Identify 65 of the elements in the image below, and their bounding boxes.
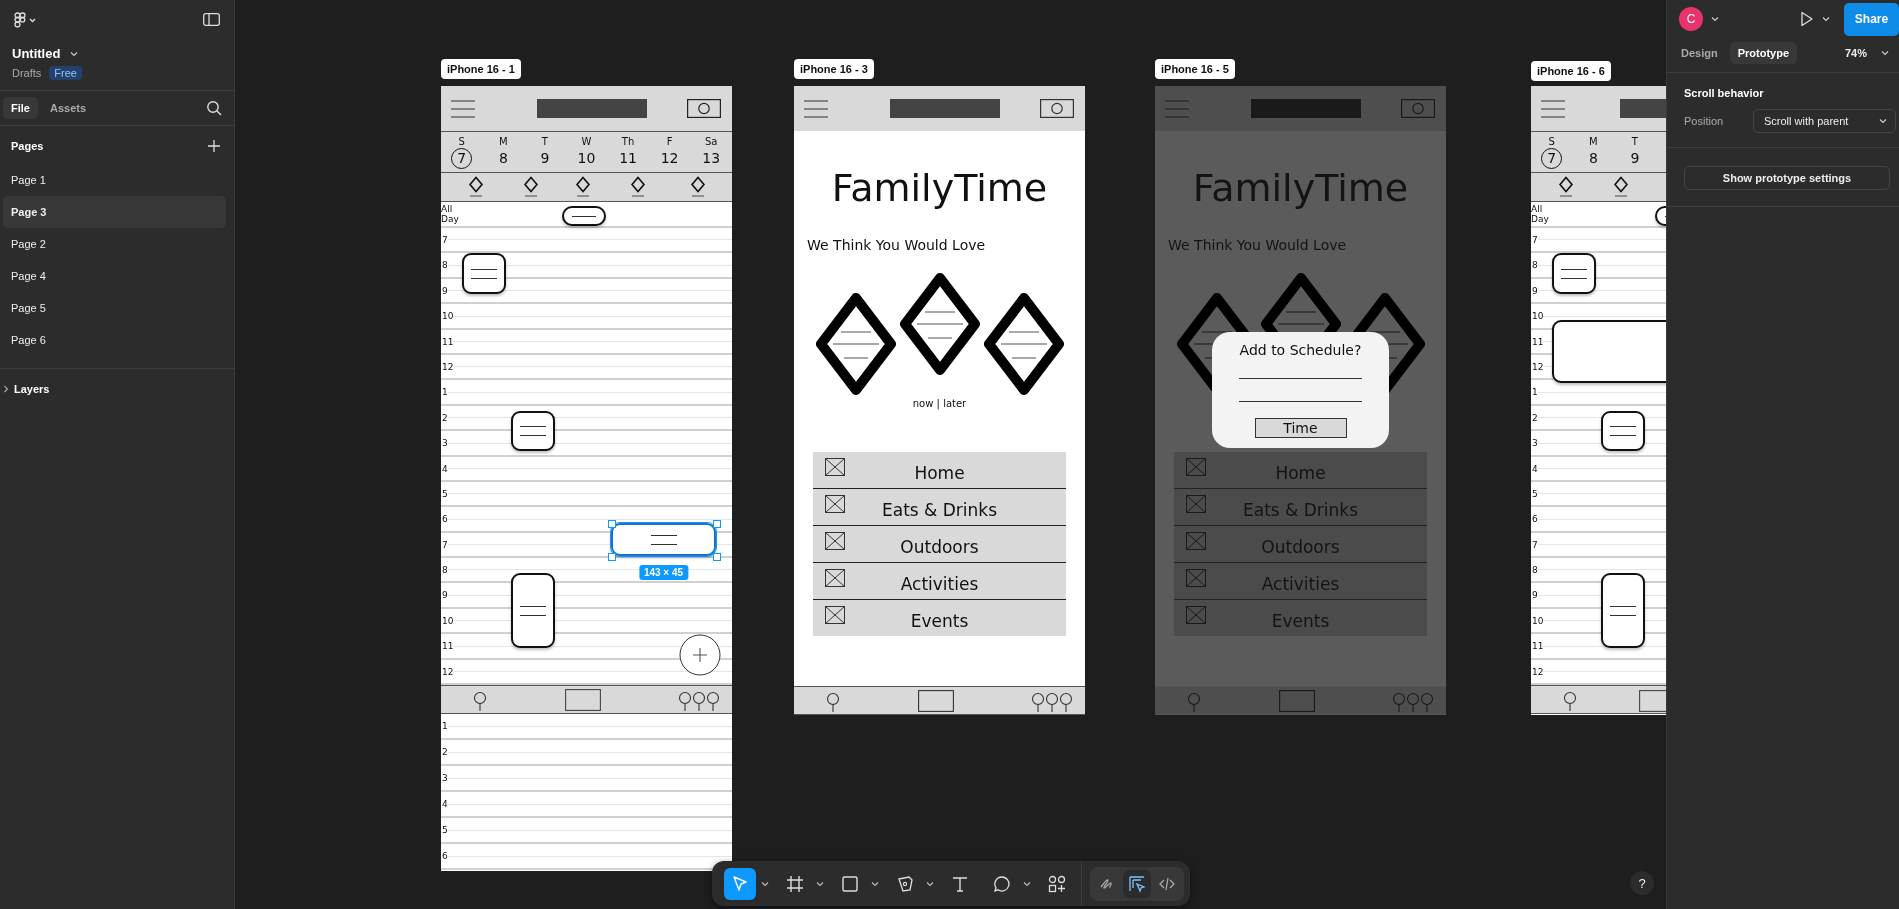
hour-label: 6 [441, 851, 448, 862]
hour-label: 2 [441, 412, 448, 423]
hour-label: 9 [441, 590, 448, 601]
weekday-label: W [581, 135, 592, 147]
hour-label: 8 [441, 260, 448, 271]
size-badge: 143 × 45 [638, 565, 689, 580]
hour-label: 8 [1531, 260, 1538, 271]
weekday-label: Th [621, 135, 635, 147]
hour-label: 3 [1531, 438, 1538, 449]
hour-label: 1 [441, 721, 448, 732]
hour-label: 4 [441, 799, 448, 810]
weekday-label: T [541, 135, 548, 147]
hour-label: 2 [441, 747, 448, 758]
hour-label: 7 [441, 539, 448, 550]
weekday-label: Sa [704, 135, 718, 147]
location-label: Drafts [12, 67, 42, 79]
hour-label: 10 [1531, 615, 1544, 626]
hour-label: 6 [1531, 514, 1538, 525]
weekday-label: M [499, 135, 508, 147]
section-heading: We Think You Would Love [1167, 236, 1348, 254]
hour-label: 8 [441, 565, 448, 576]
hour-label: 7 [1531, 539, 1538, 550]
weekday-label: T [1631, 135, 1638, 147]
hour-label: 12 [441, 361, 454, 372]
app-title: FamilyTime [1191, 165, 1410, 212]
hour-label: 11 [441, 336, 454, 347]
weekday-label: S [1548, 135, 1555, 147]
hour-label: 11 [1531, 336, 1544, 347]
hour-label: 9 [1531, 285, 1538, 296]
field-label: Position [1684, 115, 1725, 127]
app-title: FamilyTime [830, 165, 1049, 212]
plan-badge: Free [49, 66, 82, 80]
hour-label: 12 [1531, 361, 1544, 372]
all-day-label: All Day [441, 203, 460, 224]
hour-label: 7 [441, 235, 448, 245]
hour-label: 6 [441, 514, 448, 525]
hour-label: 12 [1531, 666, 1544, 677]
section-heading: We Think You Would Love [806, 236, 987, 254]
hour-label: 11 [441, 641, 454, 652]
hour-label: 5 [441, 488, 448, 499]
hour-label: 10 [1531, 311, 1544, 322]
hour-label: 4 [1531, 463, 1538, 474]
weekday-label: M [1589, 135, 1598, 147]
section-heading: Pages [11, 140, 44, 152]
hour-label: 5 [1531, 488, 1538, 499]
hour-label: 10 [441, 615, 454, 626]
hour-label: 2 [1531, 412, 1538, 423]
hour-label: 7 [1531, 235, 1538, 245]
section-heading: Scroll behavior [1683, 86, 1765, 101]
dialog-title: Add to Schedule? [1239, 342, 1362, 358]
hour-label: 12 [441, 666, 454, 677]
hour-label: 3 [441, 773, 448, 784]
hour-label: 1 [1531, 387, 1538, 398]
hour-label: 1 [441, 387, 448, 398]
weekday-label: F [666, 135, 673, 147]
hour-label: 3 [441, 438, 448, 449]
hour-label: 9 [1531, 590, 1538, 601]
hour-label: 5 [441, 825, 448, 836]
hour-label: 4 [441, 463, 448, 474]
hour-label: 8 [1531, 565, 1538, 576]
hour-label: 9 [441, 285, 448, 296]
hour-label: 11 [1531, 641, 1544, 652]
all-day-label: All Day [1531, 203, 1550, 224]
weekday-label: S [458, 135, 465, 147]
hour-label: 10 [441, 311, 454, 322]
